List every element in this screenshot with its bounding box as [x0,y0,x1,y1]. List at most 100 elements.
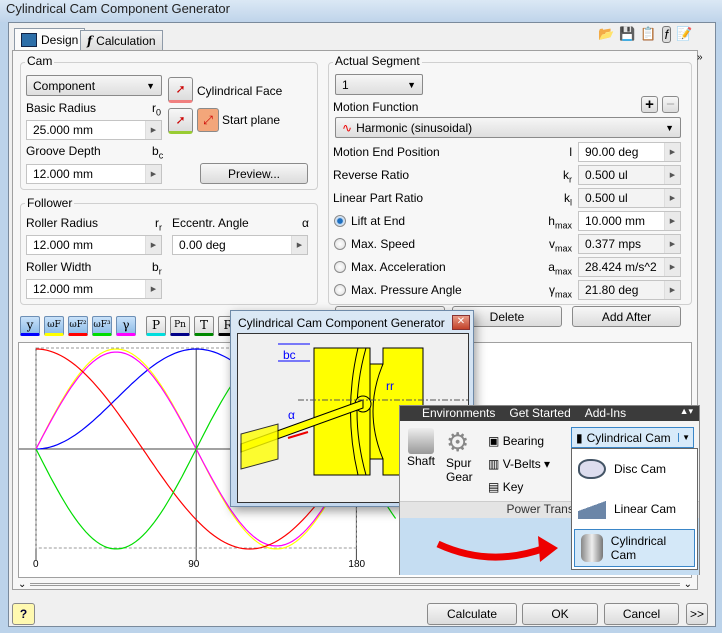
basic-radius-symbol: r0 [152,101,161,117]
ribbon-tab-environments[interactable]: Environments [422,406,495,421]
bearing-button[interactable]: ▣ Bearing [488,430,550,453]
graph-toggle-button[interactable]: Pn [170,316,190,336]
row-input[interactable]: 10.000 mm ▶ [578,211,681,231]
motion-function-select[interactable]: ∿ Harmonic (sinusoidal) ▼ [335,117,681,138]
preview-button[interactable]: Preview... [200,163,308,184]
arrow-right-icon[interactable]: ▶ [664,235,680,253]
arrow-right-icon[interactable]: ▶ [145,121,161,139]
arrow-right-icon[interactable]: ▶ [664,281,680,299]
segment-select[interactable]: 1 ▼ [335,74,423,95]
add-after-button[interactable]: Add After [572,306,681,327]
graph-toggle-label: γ [122,318,130,332]
menu-item-disc-cam[interactable]: Disc Cam [572,449,697,489]
bearing-label: Bearing [502,434,545,448]
collapse-down-icon[interactable]: ⌄ [18,579,26,590]
more-button[interactable]: >> [686,603,708,625]
minus-icon: − [666,96,675,113]
x-tick-label: 90 [188,559,200,570]
flip-start-plane-button[interactable]: ⤢ [197,108,219,132]
row-input[interactable]: 0.377 mps ▶ [578,234,681,254]
v-belts-button[interactable]: ▥ V-Belts ▾ [488,453,550,476]
ribbon-minimize-icon[interactable]: ▲▾ [680,406,699,421]
ribbon-tab-add-ins[interactable]: Add-Ins [585,406,626,421]
segment-value: 1 [342,77,349,92]
menu-item-cylindrical-cam[interactable]: Cylindrical Cam [574,529,695,567]
arrow-right-icon[interactable]: ▶ [664,212,680,230]
ribbon-tab-get-started[interactable]: Get Started [509,406,570,421]
calculation-icon[interactable]: f [661,26,672,43]
radio-button[interactable] [334,284,346,296]
arrow-right-icon[interactable]: ▶ [664,166,680,184]
key-icon: ▤ [488,480,500,494]
help-button[interactable]: ? [12,603,35,625]
graph-toggle-button[interactable]: ωF² [68,316,88,336]
spur-gear-button[interactable]: ⚙ Spur Gear [446,428,486,484]
roller-radius-input[interactable]: 12.000 mm ▶ [26,235,162,255]
row-input[interactable]: 28.424 m/s^2 ▶ [578,257,681,277]
graph-scrollbar[interactable]: ⌄ ⌄ [18,578,692,590]
follower-group-label: Follower [25,196,75,210]
save-icon[interactable]: 💾 [619,26,635,43]
arrow-right-icon[interactable]: ▶ [145,165,161,183]
key-button[interactable]: ▤ Key [488,476,550,499]
notes-icon[interactable]: 📝 [676,26,692,43]
graph-toggle-label: P [151,318,161,332]
tab-calculation[interactable]: f Calculation [80,30,163,51]
select-cylindrical-face-button[interactable]: ➚ [168,77,193,103]
calculate-button[interactable]: Calculate [427,603,517,625]
add-segment-button[interactable]: + [641,96,658,113]
row-input[interactable]: 0.500 ul ▶ [578,165,681,185]
row-label: Lift at End [351,214,406,228]
graph-toggle-button[interactable]: T [194,316,214,336]
groove-depth-input[interactable]: 12.000 mm ▶ [26,164,162,184]
scroll-track[interactable] [30,582,680,586]
row-input[interactable]: 90.00 deg ▶ [578,142,681,162]
row-symbol: kl [540,191,572,207]
expand-right-icon[interactable]: » [697,52,709,63]
eccentr-angle-label: Eccentr. Angle [172,216,249,230]
eccentr-angle-input[interactable]: 0.00 deg ▶ [172,235,308,255]
graph-toggle-button[interactable]: ωF [44,316,64,336]
shaft-button[interactable]: Shaft [404,428,438,468]
v-belts-icon: ▥ [488,457,500,471]
tab-design[interactable]: Design [14,28,86,51]
arrow-right-icon[interactable]: ▶ [145,236,161,254]
graph-toggle-button[interactable]: γ [116,316,136,336]
arrow-right-icon[interactable]: ▶ [664,189,680,207]
row-input[interactable]: 0.500 ul ▶ [578,188,681,208]
dim-rr-label: rr [386,379,394,393]
open-icon[interactable]: 📂 [598,26,614,43]
remove-segment-button[interactable]: − [662,96,679,113]
cam-group-label: Cam [25,54,55,68]
calculate-label: Calculate [446,607,498,621]
bearing-icon: ▣ [488,434,500,448]
arrow-right-icon[interactable]: ▶ [145,280,161,298]
ok-button[interactable]: OK [522,603,598,625]
roller-radius-value: 12.000 mm [33,238,94,252]
popup-close-button[interactable]: ✕ [452,315,470,330]
graph-toggle-button[interactable]: y [20,316,40,336]
arrow-right-icon[interactable]: ▶ [291,236,307,254]
cam-type-select[interactable]: Component ▼ [26,75,162,96]
roller-width-input[interactable]: 12.000 mm ▶ [26,279,162,299]
cancel-button[interactable]: Cancel [604,603,679,625]
graph-toggle-button[interactable]: ωF³ [92,316,112,336]
options-icon[interactable]: 📋 [640,26,656,43]
x-tick-label: 0 [33,559,39,570]
arrow-right-icon[interactable]: ▶ [664,258,680,276]
row-input[interactable]: 21.80 deg ▶ [578,280,681,300]
radio-button[interactable] [334,215,346,227]
basic-radius-input[interactable]: 25.000 mm ▶ [26,120,162,140]
cylinder-icon: ▮ [576,430,583,445]
cylindrical-cam-split-button[interactable]: ▮ Cylindrical Cam ▼ [571,427,694,448]
cam-dropdown-menu: Disc Cam Linear Cam Cylindrical Cam [571,448,698,570]
collapse-down-icon[interactable]: ⌄ [684,579,692,590]
radio-button[interactable] [334,238,346,250]
radio-button[interactable] [334,261,346,273]
gear-icon: ⚙ [446,427,470,457]
chevron-down-icon[interactable]: ▼ [678,433,693,442]
menu-item-linear-cam[interactable]: Linear Cam [572,489,697,529]
graph-toggle-button[interactable]: P [146,316,166,336]
select-start-plane-button[interactable]: ➚ [168,108,193,134]
arrow-right-icon[interactable]: ▶ [664,143,680,161]
